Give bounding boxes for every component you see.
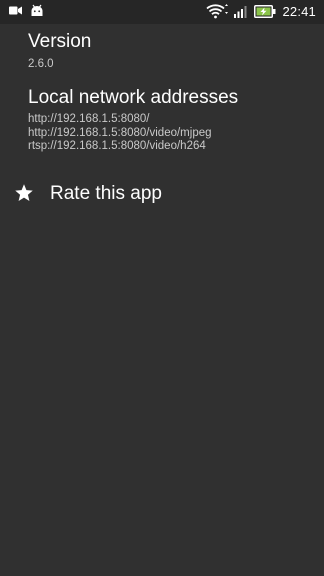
version-title: Version [28, 31, 92, 52]
address-http-mjpeg: http://192.168.1.5:8080/video/mjpeg [28, 126, 212, 139]
address-list: http://192.168.1.5:8080/ http://192.168.… [28, 113, 238, 154]
status-time: 22:41 [282, 3, 316, 19]
signal-icon [234, 4, 248, 18]
address-http-root: http://192.168.1.5:8080/ [28, 113, 150, 125]
status-left-icons [9, 4, 44, 17]
battery-charging-icon [254, 4, 276, 18]
star-icon [14, 183, 34, 203]
status-bar: 22:41 [0, 0, 324, 24]
video-camera-icon [9, 5, 22, 16]
android-icon [30, 4, 44, 17]
wifi-icon [206, 3, 229, 19]
version-value: 2.6.0 [28, 58, 54, 70]
settings-list: Version 2.6.0 Local network addresses ht… [0, 24, 324, 576]
address-rtsp-h264: rtsp://192.168.1.5:8080/video/h264 [28, 140, 206, 152]
status-right-icons: 22:41 [206, 3, 316, 19]
rate-app-label: Rate this app [50, 183, 162, 204]
version-preference: Version 2.6.0 [28, 31, 91, 71]
rate-app-item[interactable]: Rate this app [0, 174, 324, 214]
network-addresses-preference: Local network addresses http://192.168.1… [28, 87, 238, 154]
network-addresses-title: Local network addresses [28, 87, 239, 108]
